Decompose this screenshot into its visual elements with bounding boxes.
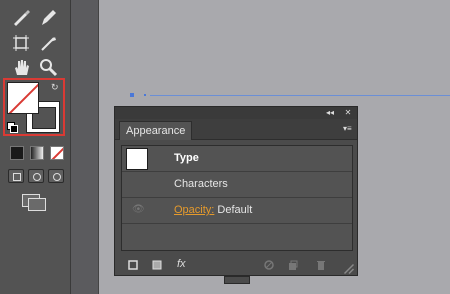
- fill-stroke-selector: ↻: [3, 78, 65, 136]
- tab-appearance[interactable]: Appearance: [119, 121, 193, 140]
- selection-anchor-small: [144, 94, 146, 96]
- pencil-tool-icon[interactable]: [37, 6, 59, 28]
- panel-menu-icon[interactable]: ▾≡: [343, 124, 353, 134]
- dock-strip: [70, 0, 99, 294]
- slice-tool-icon[interactable]: [37, 32, 59, 54]
- panel-titlebar[interactable]: ◂◂ ✕: [115, 107, 357, 119]
- characters-row[interactable]: Characters: [122, 172, 352, 198]
- screen-mode-icon[interactable]: [22, 194, 46, 211]
- appearance-footer: fx: [115, 253, 357, 275]
- collapse-panel-button[interactable]: ◂◂: [323, 107, 337, 119]
- zoom-tool-icon[interactable]: [37, 56, 59, 78]
- delete-item-icon[interactable]: [315, 259, 327, 271]
- draw-normal-button[interactable]: [8, 169, 24, 183]
- none-mode-button[interactable]: [50, 146, 64, 160]
- type-thumbnail: [126, 148, 148, 170]
- close-panel-button[interactable]: ✕: [341, 107, 355, 119]
- swap-fill-stroke-icon[interactable]: ↻: [51, 82, 61, 92]
- paintbrush-tool-icon[interactable]: [10, 6, 32, 28]
- add-effect-button[interactable]: fx: [177, 258, 186, 270]
- opacity-value: Default: [217, 204, 253, 216]
- type-label: Type: [174, 152, 199, 164]
- appearance-list: Type Characters 👁 Opacity: Default: [121, 145, 353, 251]
- add-stroke-icon[interactable]: [127, 259, 139, 271]
- characters-label: Characters: [174, 178, 228, 190]
- add-fill-icon[interactable]: [151, 259, 163, 271]
- resize-grip-icon[interactable]: [343, 263, 355, 275]
- fill-swatch[interactable]: [7, 82, 39, 114]
- draw-behind-button[interactable]: [28, 169, 44, 183]
- duplicate-item-icon[interactable]: [287, 259, 299, 271]
- guide-line: [150, 95, 450, 96]
- draw-inside-button[interactable]: [48, 169, 64, 183]
- type-row[interactable]: Type: [122, 146, 352, 172]
- panel-tab-row: Appearance ▾≡: [115, 119, 357, 140]
- color-mode-button[interactable]: [10, 146, 24, 160]
- tools-panel: ↻: [0, 0, 71, 294]
- visibility-eye-icon[interactable]: 👁: [132, 204, 145, 216]
- hand-tool-icon[interactable]: [10, 56, 32, 78]
- appearance-panel: ◂◂ ✕ Appearance ▾≡ Type Characters 👁 Opa…: [114, 106, 358, 276]
- gradient-mode-button[interactable]: [30, 146, 44, 160]
- selection-anchor: [130, 93, 134, 97]
- artboard-tool-icon[interactable]: [10, 32, 32, 54]
- clear-appearance-icon[interactable]: [263, 259, 275, 271]
- opacity-row[interactable]: 👁 Opacity: Default: [122, 198, 352, 224]
- panel-dock-tab[interactable]: [224, 276, 250, 284]
- default-fill-stroke-icon[interactable]: [7, 122, 18, 133]
- opacity-link[interactable]: Opacity:: [174, 204, 214, 216]
